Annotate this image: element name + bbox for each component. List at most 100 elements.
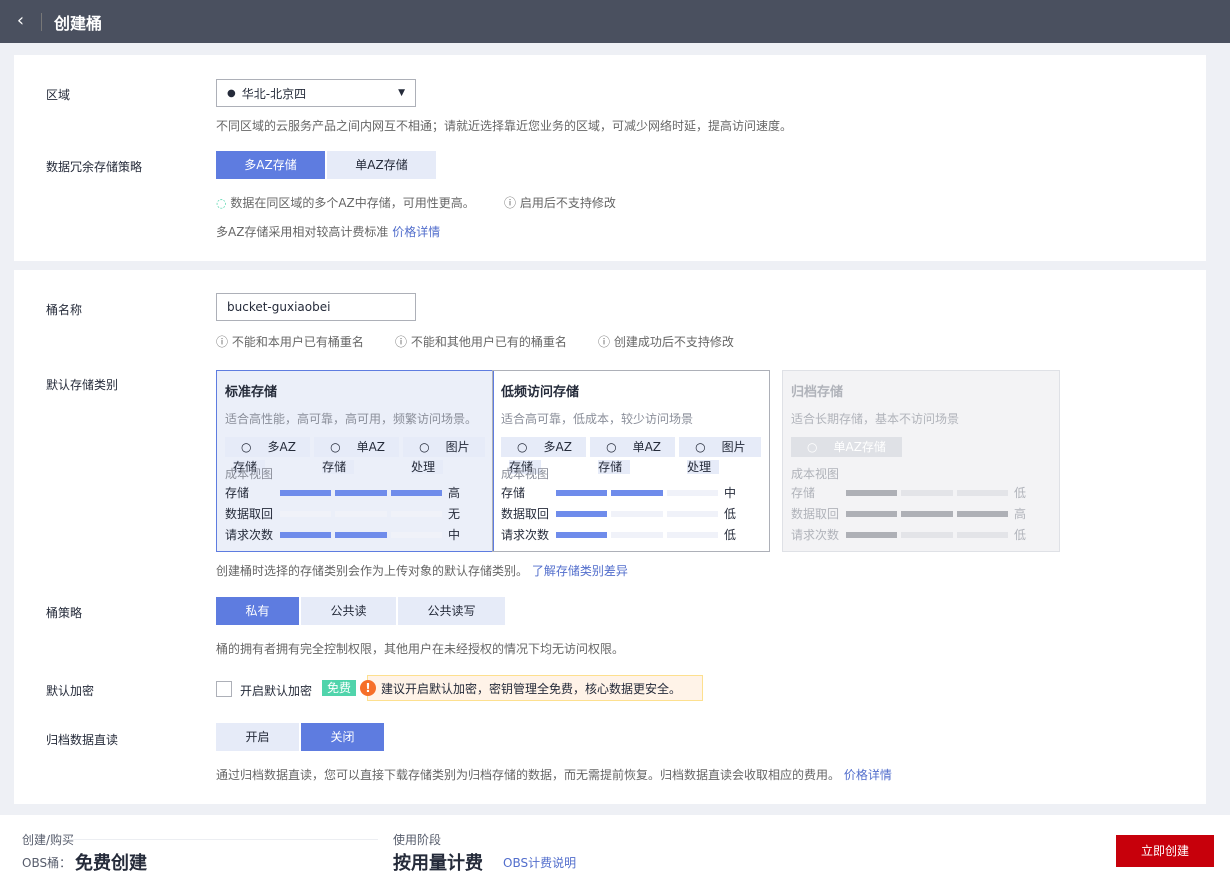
card-desc: 适合高性能，高可靠，高可用，频繁访问场景。 — [225, 412, 478, 426]
option-private[interactable]: 私有 — [216, 597, 299, 625]
obs-value: 免费创建 — [75, 853, 147, 874]
cost-view-title: 成本视图 — [225, 467, 274, 481]
cost-level-bar — [846, 510, 1008, 517]
card-tags: ○ 多AZ存储 ○ 单AZ存储 ○ 图片处理 — [501, 437, 762, 474]
card-title: 归档存储 — [791, 385, 844, 400]
rule-text: 不能和本用户已有桶重名 — [231, 335, 364, 349]
card-tags: ○ 多AZ存储 ○ 单AZ存储 ○ 图片处理 — [225, 437, 486, 474]
caret-down-icon: ▼ — [398, 88, 405, 98]
page-title: 创建桶 — [54, 13, 103, 33]
bucket-section: 桶名称 bucket-guxiaobei ⓘ 不能和本用户已有桶重名 ⓘ 不能和… — [14, 270, 1206, 804]
cost-level-segment — [556, 531, 608, 538]
cost-level-value: 无 — [448, 507, 461, 521]
cost-level-segment — [280, 531, 332, 538]
region-section: 区域 ● 华北-北京四 ▼ 不同区域的云服务产品之间内网互不相通；请就近选择靠近… — [14, 55, 1206, 261]
back-button[interactable]: ‹ — [0, 11, 42, 31]
cost-level-segment — [390, 531, 442, 538]
cost-level-segment — [846, 510, 898, 517]
cost-level-bar — [846, 489, 1008, 496]
card-desc: 适合长期存储，基本不访问场景 — [791, 412, 960, 426]
cost-row: 存储 低 — [791, 482, 1051, 503]
storage-diff-link[interactable]: 了解存储类别差异 — [532, 564, 628, 578]
create-now-button[interactable]: 立即创建 — [1116, 835, 1214, 867]
cost-level-segment — [556, 489, 608, 496]
card-tags: ○ 单AZ存储 — [791, 437, 1051, 457]
cost-level-bar — [846, 531, 1008, 538]
cost-level-segment — [666, 489, 718, 496]
billing-link[interactable]: OBS计费说明 — [503, 854, 576, 871]
cost-level-segment — [846, 531, 898, 538]
check-note-text: 数据在同区域的多个AZ中存储，可用性更高。 — [230, 196, 475, 210]
archive-read-label: 归档数据直读 — [46, 733, 119, 747]
cost-level-segment — [611, 489, 663, 496]
archive-price-link[interactable]: 价格详情 — [844, 768, 892, 782]
check-circle-icon: ◌ — [216, 196, 227, 210]
cost-level-bar — [280, 510, 442, 517]
option-multi-az[interactable]: 多AZ存储 — [216, 151, 325, 179]
option-on[interactable]: 开启 — [216, 723, 299, 751]
storage-card[interactable]: 标准存储 适合高性能，高可靠，高可用，频繁访问场景。 ○ 多AZ存储 ○ 单AZ存储 ○ 图片… — [216, 370, 494, 552]
cost-level-segment — [956, 531, 1008, 538]
cost-row-label: 存储 — [501, 486, 526, 500]
storage-card[interactable]: 低频访问存储 适合高可靠，低成本，较少访问场景 ○ 多AZ存储 ○ 单AZ存储 ○ 图片处理成… — [492, 370, 770, 552]
cost-level-bar — [280, 489, 442, 496]
card-tag: ○ 多AZ存储 — [225, 437, 311, 474]
card-title: 标准存储 — [225, 385, 278, 400]
cost-level-segment — [956, 510, 1008, 517]
cost-level-segment — [335, 489, 387, 496]
cost-row-label: 数据取回 — [791, 507, 840, 521]
card-title: 低频访问存储 — [501, 385, 580, 400]
card-tag: ○ 多AZ存储 — [501, 437, 587, 474]
region-value: 华北-北京四 — [241, 86, 307, 101]
info-icon: ⓘ — [598, 335, 611, 349]
bucket-name-input[interactable]: bucket-guxiaobei — [216, 293, 416, 321]
option-public-read-write[interactable]: 公共读写 — [398, 597, 505, 625]
cost-level-segment — [956, 489, 1008, 496]
tag-icon: ○ — [233, 440, 260, 454]
usage-label: 使用阶段 — [393, 833, 442, 847]
cost-level-segment — [666, 510, 718, 517]
archive-read-hint: 通过归档数据直读，您可以直接下载存储类别为归档存储的数据，而无需提前恢复。归档数… — [216, 766, 892, 783]
region-label: 区域 — [46, 88, 71, 102]
cost-level-segment — [280, 489, 332, 496]
encryption-label: 默认加密 — [46, 684, 95, 698]
footer-bar: 创建/购买 OBS桶： 免费创建 使用阶段 按用量计费 OBS计费说明 立即创建 — [0, 815, 1230, 881]
card-desc: 适合高可靠，低成本，较少访问场景 — [501, 412, 694, 426]
redundancy-label: 数据冗余存储策略 — [46, 160, 143, 174]
rule-1: ⓘ 不能和本用户已有桶重名 — [216, 333, 364, 350]
cost-row: 数据取回 无 — [225, 503, 485, 524]
card-tag: ○ 单AZ存储 — [314, 437, 400, 474]
cost-row-label: 数据取回 — [225, 507, 274, 521]
cost-level-segment — [611, 510, 663, 517]
location-icon: ● — [227, 87, 236, 99]
region-select[interactable]: ● 华北-北京四 ▼ — [216, 79, 416, 107]
option-single-az[interactable]: 单AZ存储 — [327, 151, 436, 179]
encryption-checkbox[interactable] — [216, 681, 232, 697]
tag-icon: ○ — [687, 440, 714, 454]
cost-view-title: 成本视图 — [501, 467, 550, 481]
policy-label: 桶策略 — [46, 606, 83, 620]
warning-icon: ! — [360, 680, 376, 696]
price-detail-link[interactable]: 价格详情 — [392, 225, 440, 239]
cost-level-segment — [901, 489, 953, 496]
card-tag: ○ 图片处理 — [679, 437, 762, 474]
redundancy-toggle: 多AZ存储 单AZ存储 — [216, 151, 436, 179]
cost-row-label: 存储 — [791, 486, 816, 500]
cost-row-label: 请求次数 — [225, 528, 274, 542]
tag-icon: ○ — [411, 440, 438, 454]
cost-level-bar — [556, 510, 718, 517]
option-off[interactable]: 关闭 — [301, 723, 384, 751]
rule-2: ⓘ 不能和其他用户已有的桶重名 — [395, 333, 567, 350]
cost-row-label: 存储 — [225, 486, 250, 500]
rule-text: 不能和其他用户已有的桶重名 — [410, 335, 567, 349]
cost-level-segment — [390, 489, 442, 496]
divider — [68, 839, 378, 840]
cost-view-title: 成本视图 — [791, 467, 840, 481]
tag-icon: ○ — [799, 440, 826, 454]
encryption-checkbox-label: 开启默认加密 — [240, 684, 313, 698]
usage-value: 按用量计费 — [393, 853, 483, 874]
warning-text: 建议开启默认加密，密钥管理全免费，核心数据更安全。 — [381, 681, 682, 696]
option-public-read[interactable]: 公共读 — [301, 597, 396, 625]
info-icon: ⓘ — [504, 196, 517, 210]
cost-row: 存储 中 — [501, 482, 761, 503]
